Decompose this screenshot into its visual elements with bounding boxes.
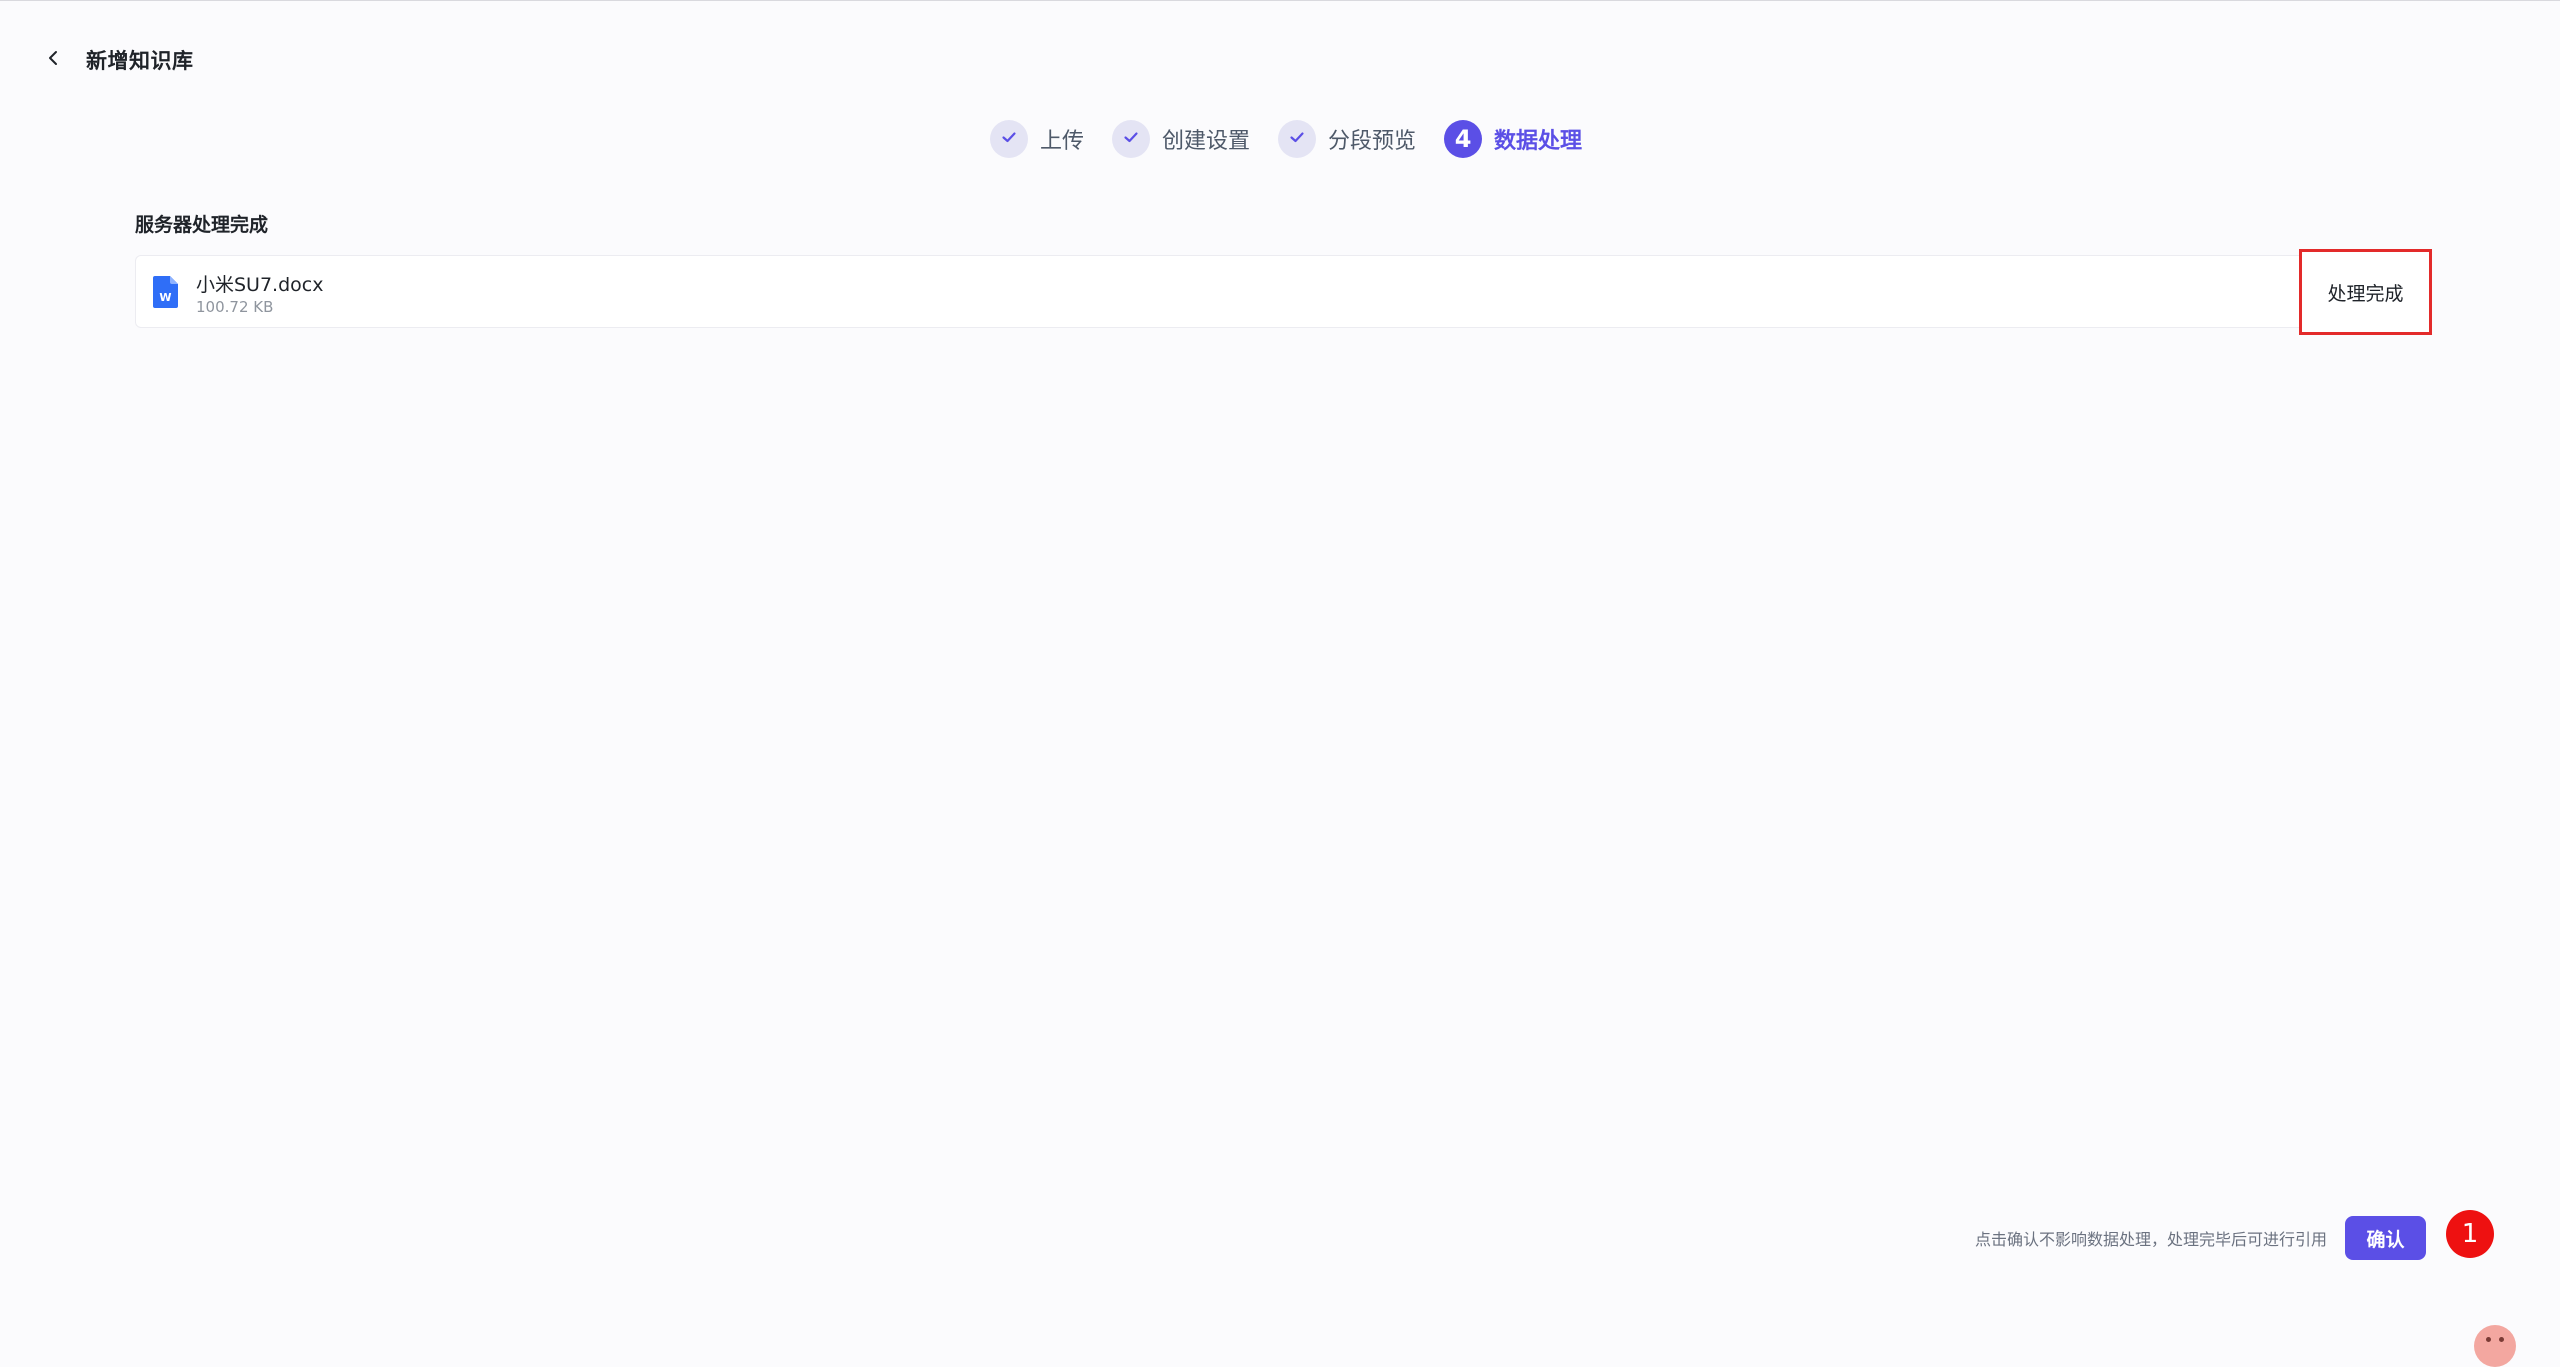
check-icon — [1288, 128, 1306, 150]
top-border — [0, 0, 2560, 1]
step-label: 数据处理 — [1494, 129, 1583, 154]
annotation-marker: 1 — [2446, 1210, 2494, 1258]
step-done-circle — [990, 120, 1028, 158]
file-list-item: W 小米SU7.docx 100.72 KB — [135, 255, 2430, 328]
assistant-avatar[interactable] — [2474, 1325, 2516, 1367]
file-status: 处理完成 — [2299, 249, 2432, 335]
step-label: 分段预览 — [1328, 129, 1417, 154]
svg-text:W: W — [159, 291, 171, 304]
check-icon — [1122, 128, 1140, 150]
step-label: 上传 — [1040, 129, 1085, 154]
step-data-processing: 4 数据处理 — [1444, 120, 1582, 158]
step-indicator: 上传 创建设置 分段预览 4 数据处理 — [990, 116, 1610, 162]
confirm-button[interactable]: 确认 — [2345, 1216, 2426, 1260]
step-segment-preview: 分段预览 — [1278, 120, 1416, 158]
step-label: 创建设置 — [1162, 129, 1251, 154]
word-doc-icon: W — [153, 276, 178, 308]
file-name: 小米SU7.docx — [196, 274, 324, 296]
check-icon — [1000, 128, 1018, 150]
chevron-left-icon — [46, 50, 62, 70]
page-title: 新增知识库 — [86, 49, 194, 73]
step-done-circle — [1112, 120, 1151, 158]
step-create-settings: 创建设置 — [1112, 120, 1250, 158]
step-done-circle — [1278, 120, 1317, 158]
confirm-hint: 点击确认不影响数据处理，处理完毕后可进行引用 — [1975, 1230, 2328, 1249]
avatar-eye — [2499, 1337, 2504, 1342]
back-button[interactable] — [40, 46, 68, 74]
step-number-circle: 4 — [1444, 120, 1483, 158]
section-title: 服务器处理完成 — [135, 214, 269, 236]
page-header: 新增知识库 — [40, 40, 194, 80]
file-size: 100.72 KB — [196, 298, 274, 316]
avatar-eye — [2486, 1337, 2491, 1342]
file-status-label: 处理完成 — [2327, 282, 2404, 305]
step-upload: 上传 — [990, 120, 1084, 158]
